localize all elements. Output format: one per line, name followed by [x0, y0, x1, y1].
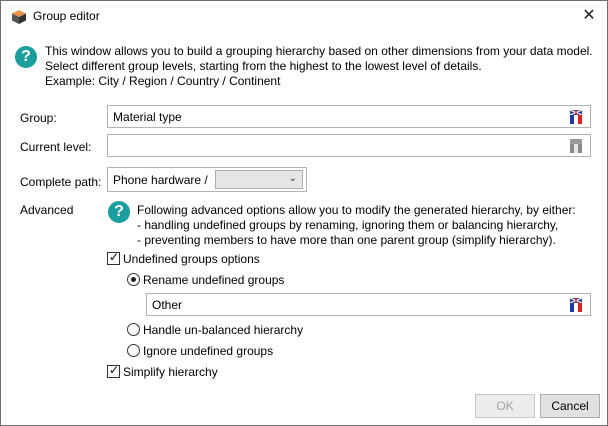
complete-path-value: Phone hardware / — [113, 173, 208, 187]
cancel-button[interactable]: Cancel — [540, 394, 600, 418]
ignore-undefined-radio[interactable] — [127, 344, 140, 357]
complete-path-box: Phone hardware / ⌄ — [107, 167, 307, 192]
intro-text: This window allows you to build a groupi… — [45, 44, 593, 89]
undefined-groups-checkbox[interactable]: ✓ — [107, 250, 120, 265]
radio-selected-dot — [131, 277, 136, 282]
advanced-description: Following advanced options allow you to … — [137, 203, 576, 248]
intro-line: Select different group levels, starting … — [45, 59, 482, 73]
check-icon: ✓ — [109, 363, 120, 377]
undefined-groups-label[interactable]: Undefined groups options — [123, 252, 260, 266]
close-icon[interactable]: ✕ — [577, 5, 601, 27]
simplify-hierarchy-checkbox[interactable]: ✓ — [107, 363, 120, 378]
advanced-line: - handling undefined groups by renaming,… — [137, 218, 559, 232]
rename-value: Other — [152, 298, 183, 312]
advanced-line: Following advanced options allow you to … — [137, 203, 576, 217]
group-label: Group: — [20, 111, 57, 125]
window-title: Group editor — [33, 9, 100, 23]
language-flag-icon[interactable] — [570, 298, 582, 312]
group-editor-window: Group editor ✕ ? This window allows you … — [0, 0, 608, 426]
language-flag-icon[interactable] — [570, 139, 582, 153]
ignore-undefined-label[interactable]: Ignore undefined groups — [143, 344, 273, 358]
help-circle-icon: ? — [108, 201, 130, 223]
check-icon: ✓ — [109, 250, 120, 264]
title-bar: Group editor ✕ — [1, 1, 607, 31]
path-level-dropdown[interactable]: ⌄ — [215, 170, 303, 189]
simplify-hierarchy-label[interactable]: Simplify hierarchy — [123, 365, 218, 379]
current-level-field[interactable] — [107, 134, 591, 157]
advanced-line: - preventing members to have more than o… — [137, 233, 556, 247]
current-level-label: Current level: — [20, 140, 92, 154]
unbalanced-hierarchy-label[interactable]: Handle un-balanced hierarchy — [143, 323, 303, 337]
intro-line: This window allows you to build a groupi… — [45, 44, 593, 58]
group-field[interactable]: Material type — [107, 105, 591, 128]
rename-undefined-label[interactable]: Rename undefined groups — [143, 273, 284, 287]
app-cube-icon — [12, 10, 26, 24]
language-flag-icon[interactable] — [570, 110, 582, 124]
chevron-down-icon: ⌄ — [288, 173, 297, 184]
complete-path-label: Complete path: — [20, 175, 102, 189]
rename-undefined-radio[interactable] — [127, 273, 140, 286]
advanced-label: Advanced — [20, 203, 74, 217]
ok-button[interactable]: OK — [475, 394, 535, 418]
help-circle-icon: ? — [15, 46, 37, 68]
group-value: Material type — [113, 110, 182, 124]
rename-value-field[interactable]: Other — [146, 293, 591, 316]
unbalanced-hierarchy-radio[interactable] — [127, 323, 140, 336]
intro-line: Example: City / Region / Country / Conti… — [45, 74, 281, 88]
